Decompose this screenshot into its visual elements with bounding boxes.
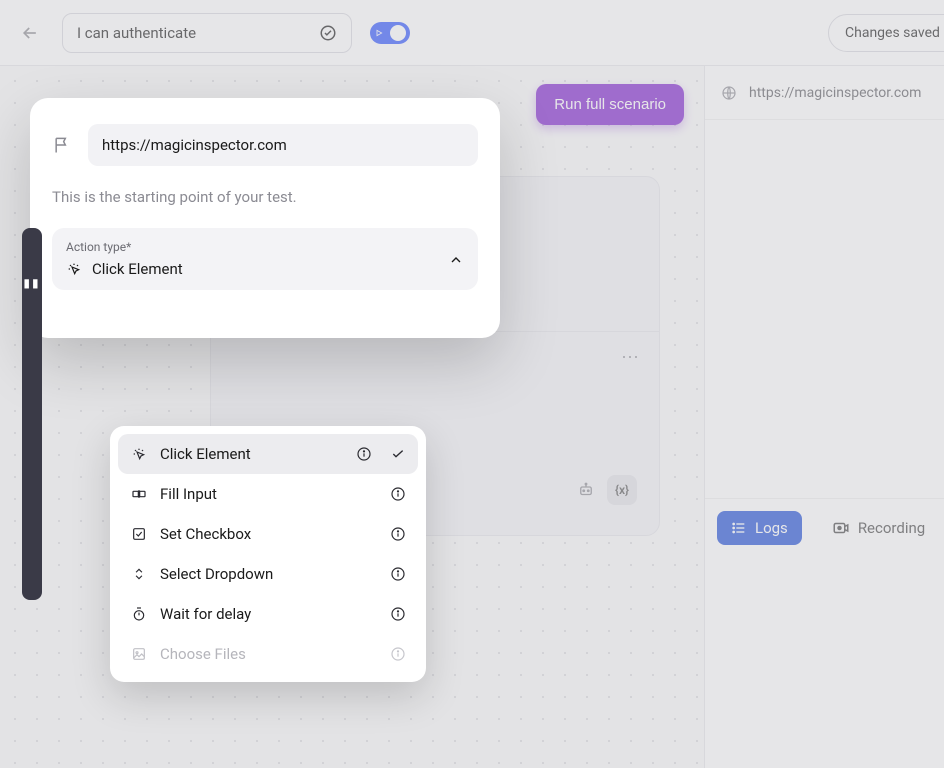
dropdown-item-label: Select Dropdown xyxy=(160,565,273,583)
flag-icon xyxy=(52,135,72,155)
info-icon[interactable] xyxy=(390,606,406,622)
arrow-left-icon xyxy=(20,23,40,43)
step-more-menu[interactable]: ⋯ xyxy=(621,347,641,368)
action-type-dropdown: Click Element Fill Input Set Checkbox xyxy=(110,426,426,682)
panel-tabs: Logs Recording xyxy=(705,498,944,557)
info-icon[interactable] xyxy=(390,566,406,582)
step-editor-modal: https://magicinspector.com This is the s… xyxy=(30,98,500,338)
dropdown-item-label: Choose Files xyxy=(160,645,246,663)
dropdown-item-label: Wait for delay xyxy=(160,605,251,623)
info-icon[interactable] xyxy=(390,526,406,542)
preview-area: Logs Recording xyxy=(705,120,944,768)
dropdown-item-wait-delay[interactable]: Wait for delay xyxy=(118,594,418,634)
back-button[interactable] xyxy=(16,19,44,47)
robot-icon[interactable] xyxy=(577,481,595,499)
info-icon[interactable] xyxy=(390,486,406,502)
tab-recording[interactable]: Recording xyxy=(818,511,939,545)
save-status-text: Changes saved a xyxy=(845,25,944,41)
run-full-scenario-button[interactable]: Run full scenario xyxy=(536,84,684,125)
stopwatch-icon xyxy=(130,605,148,623)
run-button-label: Run full scenario xyxy=(554,96,666,113)
info-icon xyxy=(390,646,406,662)
cursor-click-icon xyxy=(130,445,148,463)
check-circle-icon xyxy=(319,24,337,42)
image-icon xyxy=(130,645,148,663)
dropdown-item-select-dropdown[interactable]: Select Dropdown xyxy=(118,554,418,594)
tab-logs-label: Logs xyxy=(755,519,788,537)
preview-url-bar: https://magicinspector.com xyxy=(705,66,944,120)
dropdown-item-set-checkbox[interactable]: Set Checkbox xyxy=(118,514,418,554)
autoplay-toggle[interactable] xyxy=(370,22,410,44)
fill-input-icon xyxy=(130,485,148,503)
check-icon xyxy=(390,446,406,462)
dropdown-item-label: Set Checkbox xyxy=(160,525,251,543)
play-outline-icon xyxy=(375,29,383,37)
tab-recording-label: Recording xyxy=(858,519,925,537)
dropdown-item-click-element[interactable]: Click Element xyxy=(118,434,418,474)
scenario-title-input[interactable]: I can authenticate xyxy=(62,13,352,53)
toggle-knob xyxy=(390,25,406,41)
topbar: I can authenticate Changes saved a xyxy=(0,0,944,66)
cursor-click-icon xyxy=(66,261,82,277)
save-status-pill: Changes saved a xyxy=(828,14,944,52)
info-icon[interactable] xyxy=(356,446,372,462)
scenario-title-text: I can authenticate xyxy=(77,24,196,42)
start-url-box: https://magicinspector.com xyxy=(52,120,478,170)
dropdown-item-label: Click Element xyxy=(160,445,251,463)
pause-icon: ▮▮ xyxy=(23,276,40,290)
right-panel: https://magicinspector.com Logs Recordin… xyxy=(704,66,944,768)
start-url-value: https://magicinspector.com xyxy=(102,136,287,154)
variable-badge[interactable]: {x} xyxy=(607,475,637,505)
globe-icon xyxy=(721,85,737,101)
chevron-up-icon xyxy=(448,252,464,268)
action-type-select[interactable]: ▮▮ Action type* Click Element xyxy=(52,228,478,290)
tab-logs[interactable]: Logs xyxy=(717,511,802,545)
action-type-value: Click Element xyxy=(66,260,464,278)
preview-url-text: https://magicinspector.com xyxy=(749,85,921,101)
video-icon xyxy=(832,519,850,537)
start-url-input[interactable]: https://magicinspector.com xyxy=(88,124,478,166)
drag-handle[interactable]: ▮▮ xyxy=(22,228,42,600)
dropdown-item-label: Fill Input xyxy=(160,485,217,503)
dropdown-item-fill-input[interactable]: Fill Input xyxy=(118,474,418,514)
dropdown-item-choose-files: Choose Files xyxy=(118,634,418,674)
up-down-icon xyxy=(130,565,148,583)
list-icon xyxy=(731,520,747,536)
action-type-label: Action type* xyxy=(66,240,464,254)
start-caption: This is the starting point of your test. xyxy=(52,188,478,206)
checkbox-icon xyxy=(130,525,148,543)
